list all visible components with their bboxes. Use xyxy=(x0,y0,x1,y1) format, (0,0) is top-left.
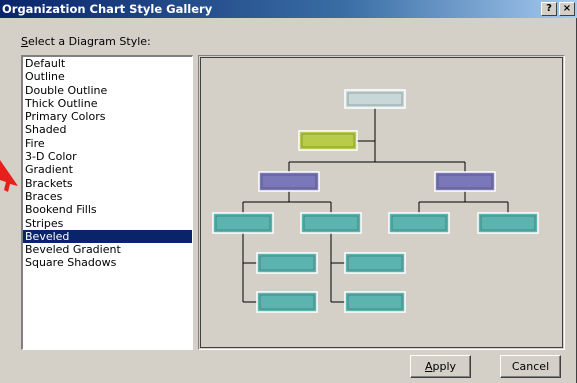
style-list-item[interactable]: Beveled xyxy=(23,229,192,244)
apply-button[interactable]: Apply xyxy=(410,355,471,378)
style-list-item[interactable]: 3-D Color xyxy=(23,150,192,163)
style-list-item[interactable]: Gradient xyxy=(23,163,192,176)
label-mnemonic: S xyxy=(21,35,28,48)
style-list-item[interactable]: Brackets xyxy=(23,177,192,190)
dialog-title: Organization Chart Style Gallery xyxy=(2,2,213,16)
apply-mnemonic: A xyxy=(424,360,433,373)
close-button[interactable]: × xyxy=(559,2,575,16)
org-chart-preview xyxy=(212,89,539,313)
diagram-style-list[interactable]: Default Outline Double Outline Thick Outlin… xyxy=(21,55,193,350)
diagram-style-label: Select a Diagram Style: xyxy=(21,35,151,48)
style-list-item[interactable]: Default xyxy=(23,57,192,70)
label-text: elect a Diagram Style: xyxy=(27,35,151,48)
title-bar[interactable]: Organization Chart Style Gallery ? × xyxy=(0,0,577,18)
help-button[interactable]: ? xyxy=(541,2,557,16)
style-list-item[interactable]: Double Outline xyxy=(23,84,192,97)
style-list-item[interactable]: Square Shadows xyxy=(23,256,192,269)
apply-text: pply xyxy=(432,360,457,373)
style-preview xyxy=(200,57,563,348)
subordinate-box xyxy=(344,252,406,274)
subordinate-box xyxy=(212,212,274,234)
top-executive-box xyxy=(344,89,406,109)
org-chart-style-gallery-dialog: Organization Chart Style Gallery ? × Sel… xyxy=(0,0,577,383)
cancel-button[interactable]: Cancel xyxy=(500,355,561,378)
subordinate-box xyxy=(477,212,539,234)
style-list-item[interactable]: Outline xyxy=(23,70,192,83)
subordinate-box xyxy=(300,212,362,234)
style-list-item[interactable]: Beveled Gradient xyxy=(23,243,192,256)
manager-box xyxy=(258,171,320,192)
style-list-item[interactable]: Thick Outline xyxy=(23,97,192,110)
style-list-item[interactable]: Fire xyxy=(23,137,192,150)
style-preview-frame xyxy=(198,55,565,350)
subordinate-box xyxy=(256,291,318,313)
subordinate-box xyxy=(256,252,318,274)
assistant-box xyxy=(298,130,358,151)
subordinate-box xyxy=(388,212,450,234)
style-list-item[interactable]: Braces xyxy=(23,190,192,203)
style-list-item[interactable]: Shaded xyxy=(23,123,192,136)
subordinate-box xyxy=(344,291,406,313)
manager-box xyxy=(434,171,496,192)
style-list-item[interactable]: Primary Colors xyxy=(23,110,192,123)
style-list-item[interactable]: Bookend Fills xyxy=(23,203,192,216)
red-arrow-icon xyxy=(0,160,18,192)
style-list-item[interactable]: Stripes xyxy=(23,217,192,230)
